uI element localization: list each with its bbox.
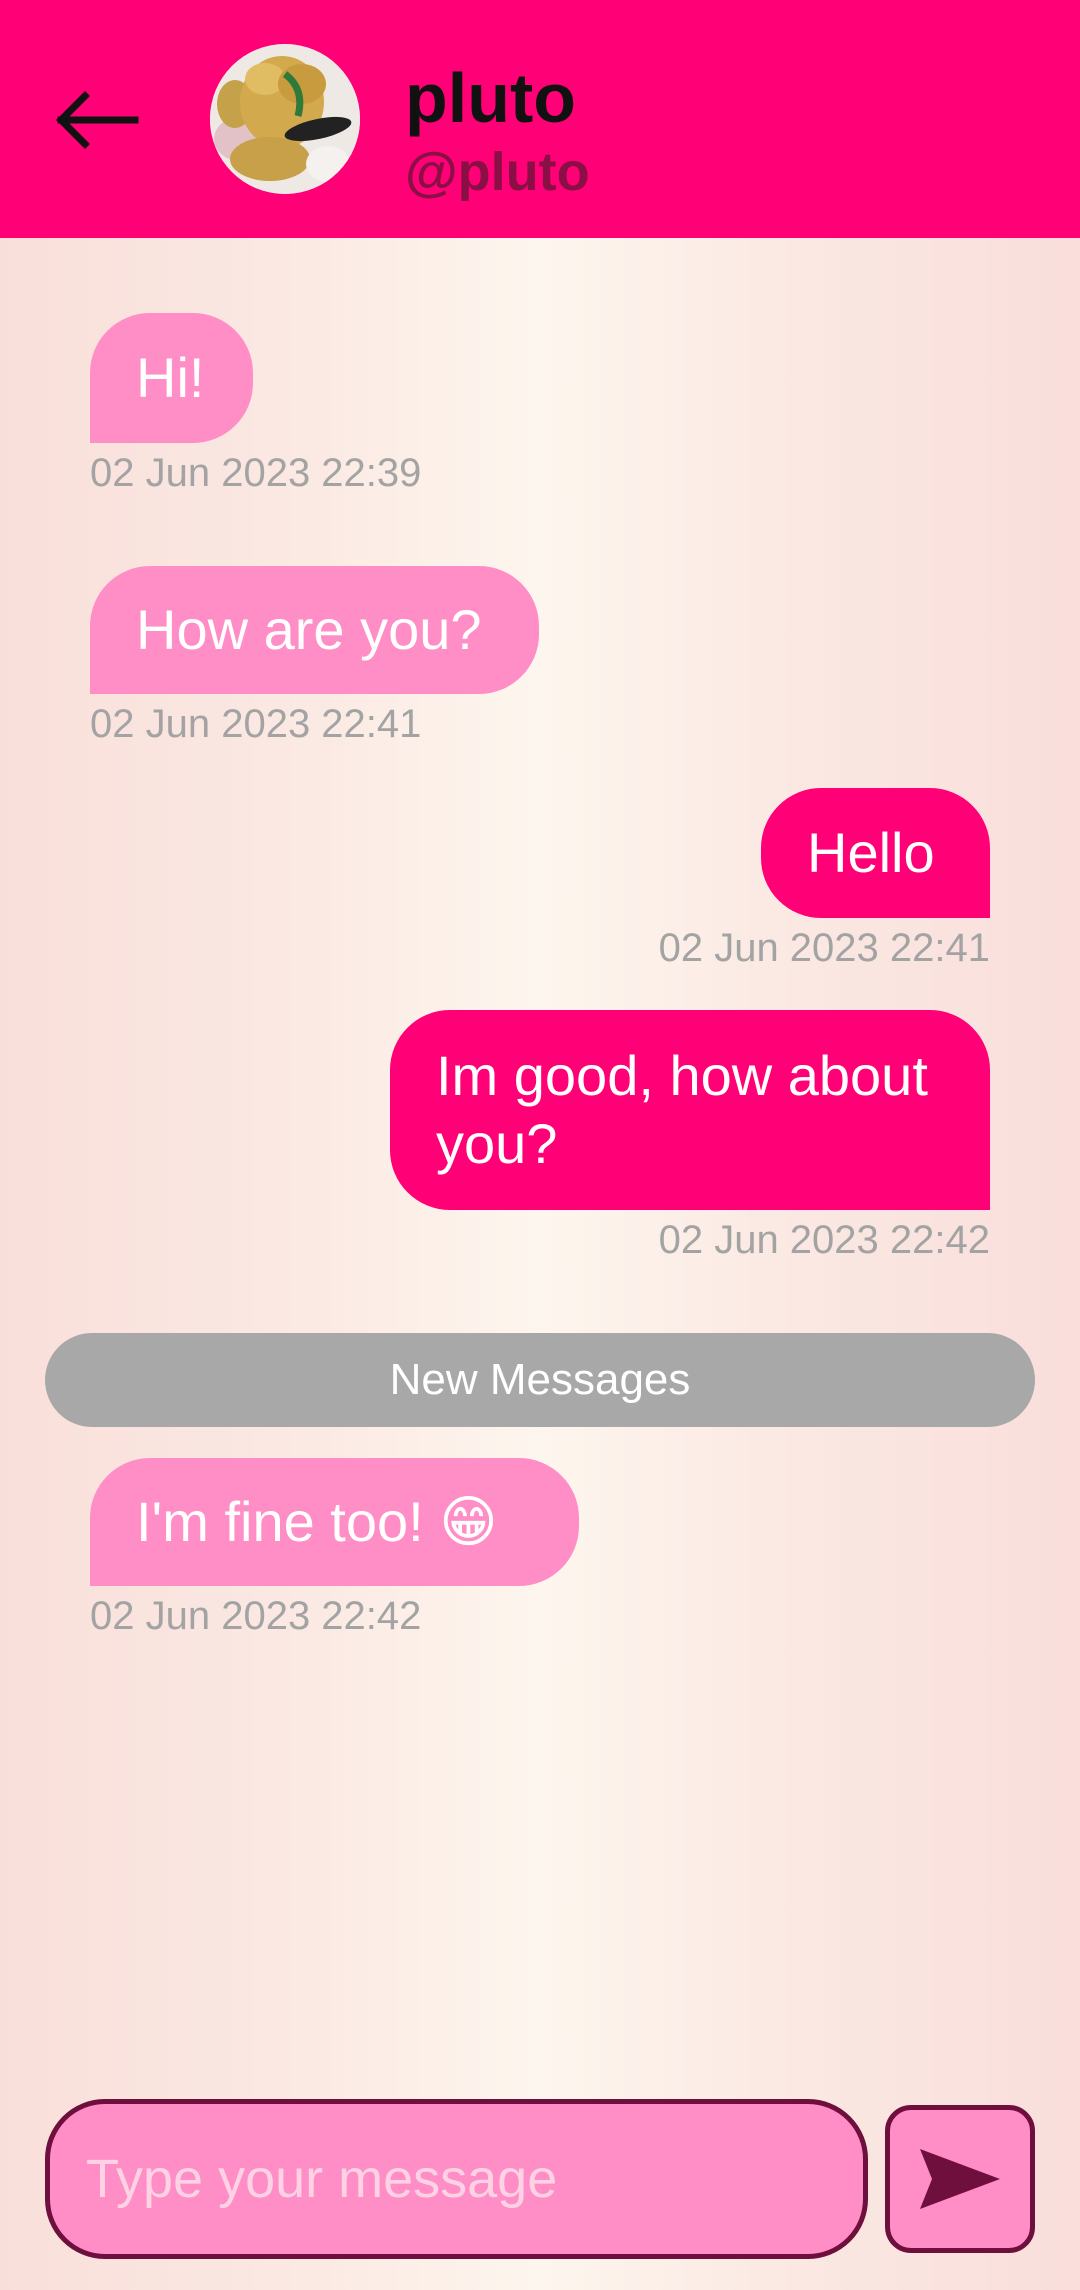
message-bubble-outgoing[interactable]: Im good, how about you? [390,1010,990,1210]
message-text: Hello [807,821,935,884]
new-messages-divider: New Messages [45,1333,1035,1427]
message-bubble-incoming[interactable]: I'm fine too! 😁 [90,1458,579,1586]
avatar[interactable] [210,44,360,194]
back-button[interactable] [50,78,142,162]
send-icon [920,2149,1000,2209]
message-bubble-outgoing[interactable]: Hello [761,788,990,918]
message-timestamp: 02 Jun 2023 22:41 [90,702,422,746]
message-text: How are you? [136,598,482,661]
chat-header: pluto @pluto [0,0,1080,238]
send-button[interactable] [885,2105,1035,2253]
message-text: Im good, how about you? [436,1044,928,1175]
message-timestamp: 02 Jun 2023 22:41 [658,926,990,970]
message-text: I'm fine too! 😁 [136,1490,498,1553]
avatar-image [210,44,360,194]
arrow-left-icon [56,91,139,149]
message-timestamp: 02 Jun 2023 22:39 [90,451,422,495]
divider-label: New Messages [389,1355,691,1404]
contact-name: pluto [405,59,577,137]
message-timestamp: 02 Jun 2023 22:42 [658,1218,990,1262]
message-text: Hi! [136,346,205,409]
message-bubble-incoming[interactable]: Hi! [90,313,253,443]
contact-handle: @pluto [405,142,590,202]
message-timestamp: 02 Jun 2023 22:42 [90,1594,422,1638]
message-input[interactable] [84,2147,863,2211]
message-bubble-incoming[interactable]: How are you? [90,566,539,694]
message-input-container[interactable] [45,2099,868,2259]
